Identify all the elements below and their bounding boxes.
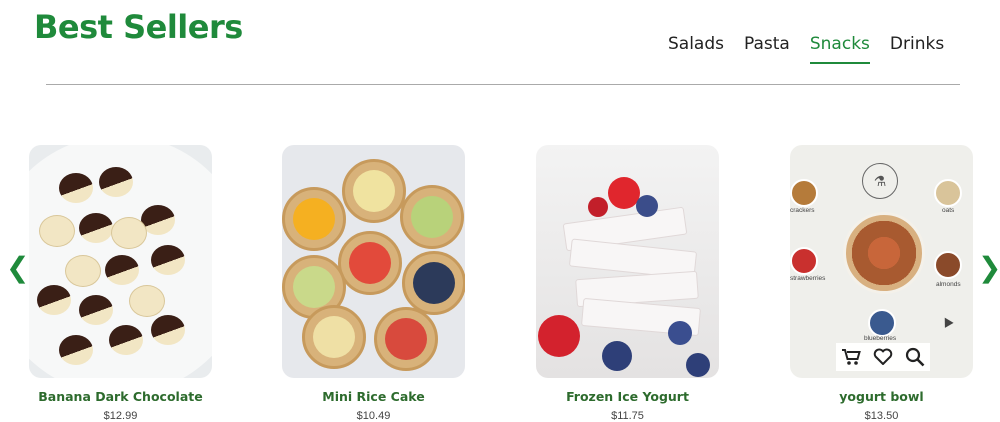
product-image[interactable] — [29, 145, 212, 378]
tab-drinks[interactable]: Drinks — [890, 34, 944, 64]
product-price: $13.50 — [864, 410, 899, 422]
product-price: $10.49 — [356, 410, 391, 422]
product-name[interactable]: Frozen Ice Yogurt — [536, 389, 719, 404]
ingredient-label: blueberries — [864, 335, 897, 342]
page-title: Best Sellers — [34, 8, 243, 46]
product-name[interactable]: yogurt bowl — [790, 389, 973, 404]
product-image[interactable]: ⚗ crackers oats strawberries almonds blu… — [790, 145, 973, 378]
tab-salads[interactable]: Salads — [668, 34, 724, 64]
product-card-banana-dark-chocolate[interactable]: Banana Dark Chocolate $12.99 — [29, 145, 212, 422]
quick-view-search-icon[interactable] — [904, 346, 926, 368]
ingredient-label: oats — [942, 207, 955, 214]
tab-pasta[interactable]: Pasta — [744, 34, 790, 64]
carousel-prev-icon[interactable]: ❮ — [6, 254, 29, 282]
tab-snacks[interactable]: Snacks — [809, 34, 870, 64]
favorite-heart-icon[interactable] — [872, 346, 894, 368]
product-image[interactable] — [282, 145, 465, 378]
product-card-frozen-ice-yogurt[interactable]: Frozen Ice Yogurt $11.75 — [536, 145, 719, 422]
category-tabs: Salads Pasta Snacks Drinks — [668, 34, 944, 64]
ingredient-label: strawberries — [790, 275, 826, 282]
product-card-mini-rice-cake[interactable]: Mini Rice Cake $10.49 — [282, 145, 465, 422]
ingredient-label: almonds — [936, 281, 961, 288]
header-divider — [46, 84, 960, 85]
carousel-next-icon[interactable]: ❯ — [978, 254, 1000, 282]
product-name[interactable]: Mini Rice Cake — [282, 389, 465, 404]
product-name[interactable]: Banana Dark Chocolate — [29, 389, 212, 404]
product-card-yogurt-bowl[interactable]: ⚗ crackers oats strawberries almonds blu… — [790, 145, 973, 422]
product-price: $11.75 — [611, 410, 644, 422]
mouse-cursor-icon — [940, 315, 954, 328]
natural-ingredients-seal-icon: ⚗ — [862, 163, 898, 199]
product-actions — [836, 343, 930, 371]
product-price: $12.99 — [103, 410, 138, 422]
ingredient-label: crackers — [790, 207, 815, 214]
add-to-cart-icon[interactable] — [840, 346, 862, 368]
product-image[interactable] — [536, 145, 719, 378]
